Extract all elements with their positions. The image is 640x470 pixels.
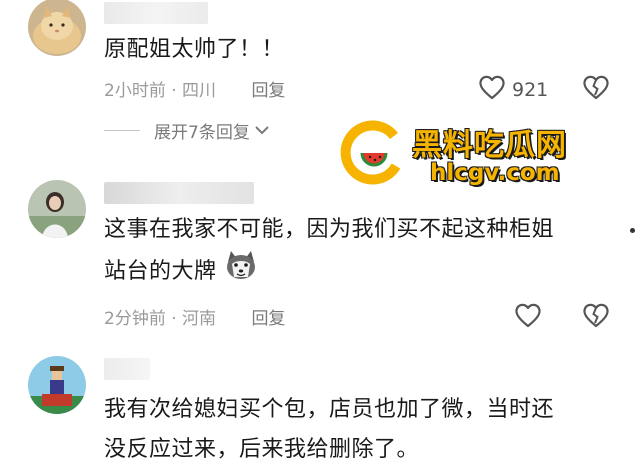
expand-divider [104,130,140,131]
chevron-down-icon [254,121,270,141]
watermark-title: 黑料吃瓜网 [412,128,567,163]
husky-dog-emoji [224,250,258,294]
username-blurred[interactable] [104,358,150,380]
username-blurred[interactable] [104,2,208,24]
avatar-girl[interactable] [28,180,86,238]
expand-replies-label: 展开7条回复 [154,123,250,143]
expand-replies-button[interactable]: 展开7条回复 [104,118,270,143]
heart-outline-icon [478,74,506,105]
comment-text-line: 站台的大牌 [104,250,554,294]
comment-text-line: 没反应过来，后来我给删除了。 [104,437,420,462]
comment-meta: 2分钟前 · 河南 回复 [104,304,285,329]
watermark-logo-icon [340,120,401,185]
reply-button[interactable]: 回复 [251,309,285,329]
comment-time-location: 2小时前 · 四川 [104,81,217,101]
watermark: 黑料吃瓜网 hlcgv.com [340,120,600,190]
avatar-pixel[interactable] [28,356,86,414]
comment-text: 我有次给媳妇买个包，店员也加了微，当时还 没反应过来，后来我给删除了。 [104,390,554,470]
reply-button[interactable]: 回复 [251,81,285,101]
broken-heart-icon [582,74,610,105]
comment-text: 这事在我家不可能，因为我们买不起这种柜姐 站台的大牌 [104,210,554,294]
broken-heart-icon [582,302,610,333]
comment-text-line: 这事在我家不可能，因为我们买不起这种柜姐 [104,217,555,242]
comment-text-line: 我有次给媳妇买个包，店员也加了微，当时还 [104,397,555,422]
avatar-cat[interactable] [28,0,86,56]
comment-meta: 2小时前 · 四川 回复 [104,76,285,101]
comment-text: 原配姐太帅了！！ [104,37,285,62]
comment-time-location: 2分钟前 · 河南 [104,309,217,329]
username-blurred[interactable] [104,182,254,204]
like-count: 921 [512,78,549,101]
dislike-button[interactable] [582,302,610,333]
like-button[interactable] [514,302,542,333]
heart-outline-icon [514,302,542,333]
more-dot [630,228,635,233]
like-button[interactable]: 921 [478,74,548,105]
watermark-url: hlcgv.com [430,160,560,186]
dislike-button[interactable] [582,74,610,105]
